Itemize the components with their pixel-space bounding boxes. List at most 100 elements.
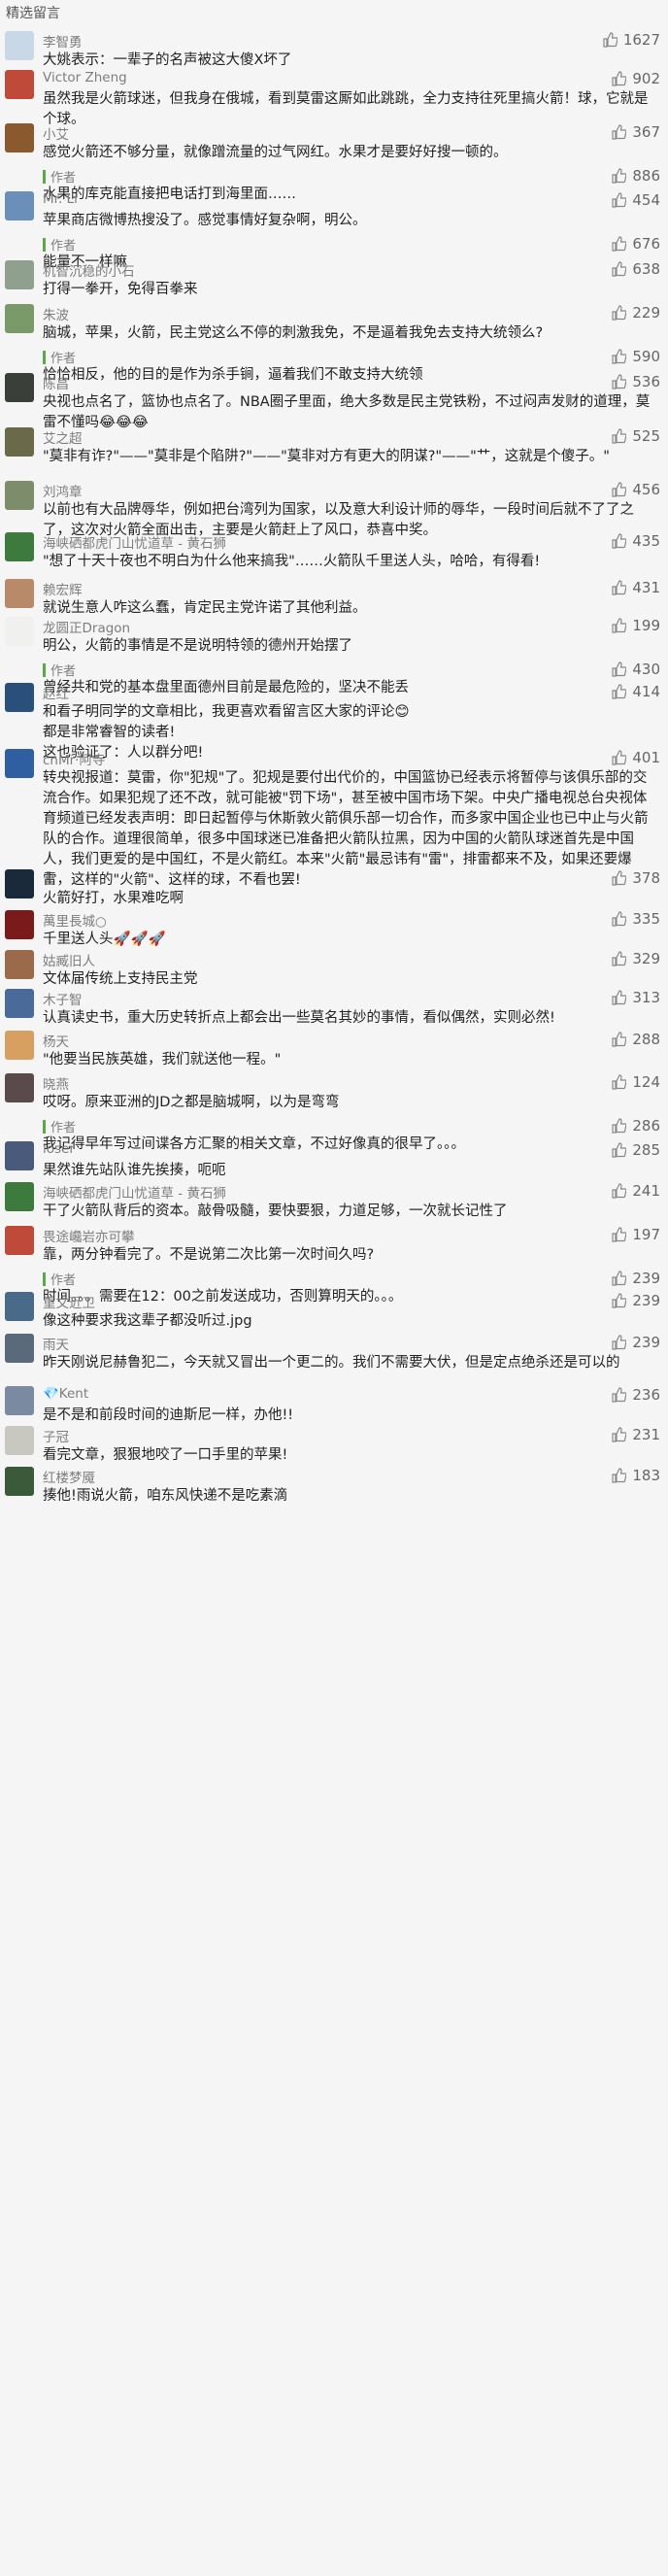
comment-text: 就说生意人咋这么蠢，肯定民主党许诺了其他利益。 bbox=[43, 600, 367, 616]
like-count: 329 bbox=[632, 950, 660, 967]
comment-text: 昨天刚说尼赫鲁犯二，今天就又冒出一个更二的。我们不需要大伏，但是定点绝杀还是可以… bbox=[43, 1355, 620, 1371]
comment-text: 苹果商店微博热搜没了。感觉事情好复杂啊，明公。 bbox=[43, 213, 367, 228]
like-button[interactable]: 435 bbox=[611, 532, 660, 550]
avatar[interactable] bbox=[5, 869, 34, 898]
like-button[interactable]: 288 bbox=[611, 1031, 660, 1048]
like-button[interactable]: 378 bbox=[611, 869, 660, 887]
like-button[interactable]: 367 bbox=[611, 123, 660, 141]
like-button[interactable]: 525 bbox=[611, 427, 660, 445]
reply-like-button[interactable]: 676 bbox=[611, 235, 660, 253]
thumbs-up-icon bbox=[611, 661, 632, 677]
avatar[interactable] bbox=[5, 31, 34, 60]
avatar[interactable] bbox=[5, 749, 34, 778]
like-count: 1627 bbox=[622, 31, 660, 49]
avatar[interactable] bbox=[5, 1334, 34, 1363]
commenter-name: 💎Kent bbox=[43, 1386, 89, 1402]
avatar[interactable] bbox=[5, 617, 34, 646]
commenter-name: ① bbox=[43, 869, 55, 885]
like-count: 239 bbox=[632, 1292, 660, 1309]
avatar[interactable] bbox=[5, 683, 34, 712]
avatar[interactable] bbox=[5, 1386, 34, 1415]
commenter-name: 畏途巉岩亦可攀 bbox=[43, 1230, 135, 1245]
commenter-name: loser bbox=[43, 1141, 75, 1157]
like-button[interactable]: 124 bbox=[611, 1073, 660, 1091]
comment-text: 脑城，苹果，火箭，民主党这么不停的刺激我免，不是逼着我免去支持大统领么? bbox=[43, 325, 544, 341]
reply-like-button[interactable]: 286 bbox=[611, 1117, 660, 1135]
thumbs-up-icon bbox=[611, 168, 632, 184]
like-button[interactable]: 241 bbox=[611, 1182, 660, 1200]
commenter-name: 艾之超 bbox=[43, 431, 83, 447]
like-button[interactable]: 313 bbox=[611, 989, 660, 1006]
like-button[interactable]: 335 bbox=[611, 910, 660, 928]
commenter-name: 子冠 bbox=[43, 1430, 69, 1445]
like-button[interactable]: 199 bbox=[611, 617, 660, 634]
like-button[interactable]: 1627 bbox=[602, 31, 660, 49]
like-count: 241 bbox=[632, 1182, 660, 1200]
comment-text: 和看子明同学的文章相比，我更喜欢看留言区大家的评论😊 都是非常睿智的读者! 这也… bbox=[43, 704, 410, 761]
like-button[interactable]: 229 bbox=[611, 304, 660, 322]
like-button[interactable]: 536 bbox=[611, 373, 660, 390]
author-reply-marker bbox=[43, 663, 46, 677]
like-button[interactable]: 414 bbox=[611, 683, 660, 700]
avatar[interactable] bbox=[5, 70, 34, 99]
avatar[interactable] bbox=[5, 1292, 34, 1321]
reply-like-count: 886 bbox=[632, 167, 660, 185]
like-count: 236 bbox=[632, 1386, 660, 1404]
thumbs-up-icon bbox=[611, 1335, 632, 1350]
like-button[interactable]: 239 bbox=[611, 1292, 660, 1309]
avatar[interactable] bbox=[5, 1073, 34, 1102]
comment-text: "他要当民族英雄，我们就送他一程。" bbox=[43, 1052, 282, 1068]
avatar[interactable] bbox=[5, 579, 34, 608]
comment-text: 哎呀。原来亚洲的JD之都是脑城啊，以为是弯弯 bbox=[43, 1095, 340, 1110]
avatar[interactable] bbox=[5, 1226, 34, 1255]
like-button[interactable]: 236 bbox=[611, 1386, 660, 1404]
avatar[interactable] bbox=[5, 373, 34, 402]
comment-text: 虽然我是火箭球迷，但我身在俄城，看到莫雷这厮如此跳跳，全力支持往死里搞火箭！球，… bbox=[43, 91, 649, 127]
avatar[interactable] bbox=[5, 910, 34, 939]
like-button[interactable]: 638 bbox=[611, 260, 660, 278]
avatar[interactable] bbox=[5, 304, 34, 333]
commenter-name: 杨天 bbox=[43, 1034, 69, 1050]
like-button[interactable]: 285 bbox=[611, 1141, 660, 1159]
avatar[interactable] bbox=[5, 481, 34, 510]
reply-like-button[interactable]: 239 bbox=[611, 1270, 660, 1287]
avatar[interactable] bbox=[5, 1182, 34, 1211]
avatar[interactable] bbox=[5, 191, 34, 220]
thumbs-up-icon bbox=[611, 236, 632, 252]
like-button[interactable]: 902 bbox=[611, 70, 660, 87]
thumbs-up-icon bbox=[611, 1293, 632, 1308]
like-count: 536 bbox=[632, 373, 660, 390]
avatar[interactable] bbox=[5, 1426, 34, 1455]
avatar[interactable] bbox=[5, 123, 34, 153]
thumbs-up-icon bbox=[611, 1468, 632, 1483]
like-button[interactable]: 197 bbox=[611, 1226, 660, 1243]
like-button[interactable]: 431 bbox=[611, 579, 660, 596]
avatar[interactable] bbox=[5, 989, 34, 1018]
avatar[interactable] bbox=[5, 427, 34, 457]
like-button[interactable]: 454 bbox=[611, 191, 660, 209]
like-button[interactable]: 329 bbox=[611, 950, 660, 967]
comment-text: 干了火箭队背后的资本。敲骨吸髓，要快要狠，力道足够，一次就长记性了 bbox=[43, 1203, 508, 1219]
like-button[interactable]: 239 bbox=[611, 1334, 660, 1351]
avatar[interactable] bbox=[5, 532, 34, 561]
like-count: 229 bbox=[632, 304, 660, 322]
commenter-name: 红楼梦魇 bbox=[43, 1471, 95, 1486]
like-button[interactable]: 456 bbox=[611, 481, 660, 498]
avatar[interactable] bbox=[5, 260, 34, 289]
like-button[interactable]: 183 bbox=[611, 1467, 660, 1484]
avatar[interactable] bbox=[5, 1467, 34, 1496]
reply-like-button[interactable]: 430 bbox=[611, 661, 660, 678]
reply-like-button[interactable]: 590 bbox=[611, 348, 660, 365]
like-button[interactable]: 231 bbox=[611, 1426, 660, 1443]
comment-text: 果然谁先站队谁先挨揍，呃呃 bbox=[43, 1163, 226, 1178]
like-button[interactable]: 401 bbox=[611, 749, 660, 766]
commenter-name: 小艾 bbox=[43, 127, 69, 143]
commenter-name: 姑臧旧人 bbox=[43, 954, 95, 969]
author-label: 作者 bbox=[50, 1121, 77, 1135]
avatar[interactable] bbox=[5, 950, 34, 979]
reply-like-button[interactable]: 886 bbox=[611, 167, 660, 185]
avatar[interactable] bbox=[5, 1141, 34, 1170]
avatar[interactable] bbox=[5, 1031, 34, 1060]
section-title: 精选留言 bbox=[6, 6, 60, 21]
commenter-name: 赖宏辉 bbox=[43, 583, 83, 598]
